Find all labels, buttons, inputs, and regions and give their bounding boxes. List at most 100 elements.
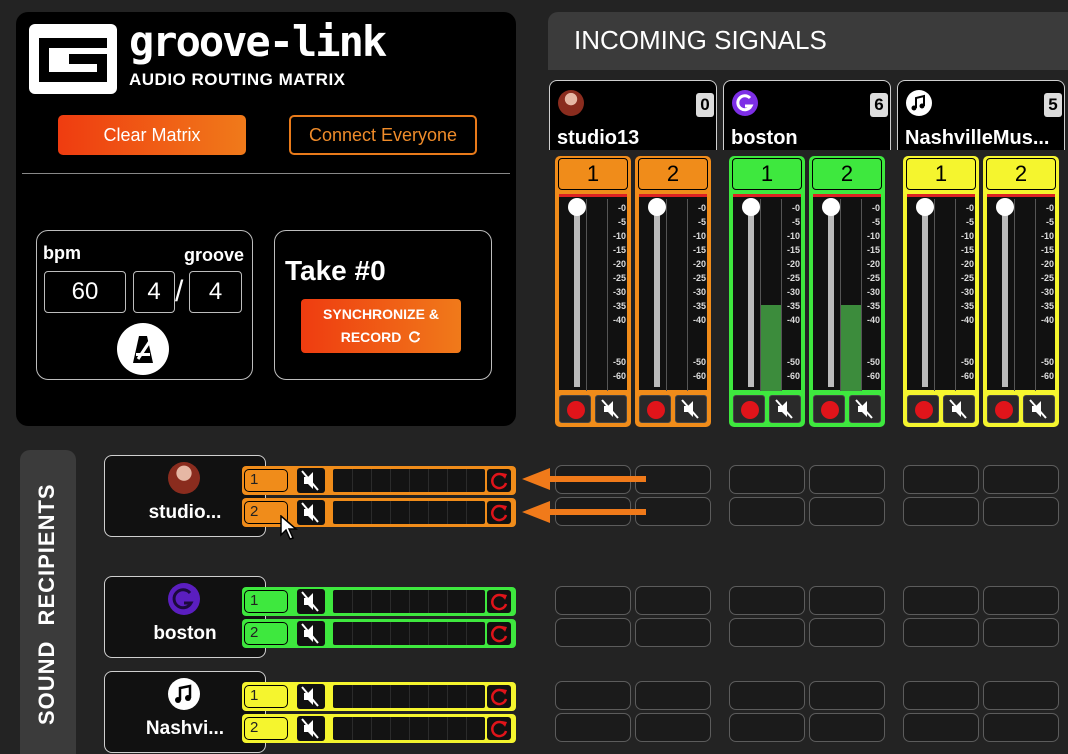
mute-button[interactable] bbox=[297, 621, 325, 646]
scale-tick: -35 bbox=[786, 301, 800, 311]
mute-button[interactable] bbox=[297, 684, 325, 709]
g-logo-icon bbox=[732, 90, 758, 116]
brand-tagline: AUDIO ROUTING MATRIX bbox=[129, 70, 346, 89]
matrix-cell[interactable] bbox=[983, 681, 1059, 710]
matrix-cell[interactable] bbox=[555, 713, 631, 742]
meter-scale: -0 -5 -10 -15 -20 -25 -30 -35 -40 -50 -60 bbox=[609, 199, 627, 391]
matrix-cell[interactable] bbox=[809, 465, 885, 494]
resync-button[interactable] bbox=[487, 590, 511, 613]
metronome-icon[interactable] bbox=[117, 323, 169, 375]
groove-denominator-input[interactable] bbox=[189, 271, 242, 313]
record-button[interactable] bbox=[813, 395, 845, 423]
record-button[interactable] bbox=[907, 395, 939, 423]
matrix-cell[interactable] bbox=[635, 586, 711, 615]
volume-fader[interactable] bbox=[654, 207, 660, 387]
volume-fader[interactable] bbox=[748, 207, 754, 387]
mute-button[interactable] bbox=[297, 589, 325, 614]
scale-tick: -15 bbox=[786, 245, 800, 255]
matrix-cell[interactable] bbox=[903, 497, 979, 526]
matrix-cell[interactable] bbox=[983, 465, 1059, 494]
matrix-cell[interactable] bbox=[903, 681, 979, 710]
scale-tick: -40 bbox=[1040, 315, 1054, 325]
resync-button[interactable] bbox=[487, 469, 511, 492]
matrix-cell[interactable] bbox=[809, 586, 885, 615]
matrix-cell[interactable] bbox=[729, 497, 805, 526]
matrix-cell[interactable] bbox=[555, 618, 631, 647]
matrix-cell[interactable] bbox=[555, 586, 631, 615]
fader-knob[interactable] bbox=[822, 198, 840, 216]
meter-fill bbox=[841, 304, 861, 391]
mute-button[interactable] bbox=[943, 395, 975, 423]
matrix-cell[interactable] bbox=[635, 465, 711, 494]
record-button[interactable] bbox=[559, 395, 591, 423]
matrix-cell[interactable] bbox=[635, 497, 711, 526]
channel-number: 2 bbox=[244, 717, 288, 740]
resync-button[interactable] bbox=[487, 622, 511, 645]
matrix-cell[interactable] bbox=[809, 618, 885, 647]
matrix-cell[interactable] bbox=[809, 681, 885, 710]
resync-button[interactable] bbox=[487, 685, 511, 708]
mute-button[interactable] bbox=[595, 395, 627, 423]
matrix-cell[interactable] bbox=[983, 713, 1059, 742]
matrix-cell[interactable] bbox=[729, 681, 805, 710]
matrix-cell[interactable] bbox=[983, 497, 1059, 526]
fader-knob[interactable] bbox=[742, 198, 760, 216]
matrix-cell[interactable] bbox=[729, 713, 805, 742]
meter-fill bbox=[761, 304, 781, 391]
matrix-cell[interactable] bbox=[983, 586, 1059, 615]
matrix-cell[interactable] bbox=[903, 713, 979, 742]
matrix-cell[interactable] bbox=[903, 618, 979, 647]
volume-fader[interactable] bbox=[922, 207, 928, 387]
matrix-cell[interactable] bbox=[903, 586, 979, 615]
record-button[interactable] bbox=[733, 395, 765, 423]
output-level-meter bbox=[333, 590, 485, 613]
mute-button[interactable] bbox=[1023, 395, 1055, 423]
mute-button[interactable] bbox=[297, 500, 325, 525]
fader-knob[interactable] bbox=[916, 198, 934, 216]
mute-button[interactable] bbox=[297, 716, 325, 741]
matrix-cell[interactable] bbox=[635, 618, 711, 647]
volume-fader[interactable] bbox=[1002, 207, 1008, 387]
matrix-cell[interactable] bbox=[729, 465, 805, 494]
fader-knob[interactable] bbox=[568, 198, 586, 216]
connect-everyone-button[interactable]: Connect Everyone bbox=[289, 115, 477, 155]
record-button[interactable] bbox=[639, 395, 671, 423]
groove-numerator-input[interactable] bbox=[133, 271, 175, 313]
matrix-cell[interactable] bbox=[809, 497, 885, 526]
resync-button[interactable] bbox=[487, 501, 511, 524]
mute-button[interactable] bbox=[769, 395, 801, 423]
scale-tick: -0 bbox=[617, 203, 626, 213]
mute-button[interactable] bbox=[297, 468, 325, 493]
volume-fader[interactable] bbox=[574, 207, 580, 387]
fader-knob[interactable] bbox=[648, 198, 666, 216]
mute-button[interactable] bbox=[849, 395, 881, 423]
mute-button[interactable] bbox=[675, 395, 707, 423]
source-card-boston[interactable]: 6 boston bbox=[723, 80, 891, 150]
channel-number: 1 bbox=[906, 158, 976, 190]
clear-matrix-button[interactable]: Clear Matrix bbox=[58, 115, 246, 155]
matrix-cell[interactable] bbox=[809, 713, 885, 742]
resync-icon bbox=[487, 504, 511, 528]
record-button[interactable] bbox=[987, 395, 1019, 423]
matrix-cell[interactable] bbox=[729, 618, 805, 647]
source-card-nashville[interactable]: 5 NashvilleMus... bbox=[897, 80, 1065, 150]
source-card-studio13[interactable]: 0 studio13 bbox=[549, 80, 717, 150]
fader-knob[interactable] bbox=[996, 198, 1014, 216]
scale-tick: -35 bbox=[612, 301, 626, 311]
matrix-cell[interactable] bbox=[903, 465, 979, 494]
matrix-cell[interactable] bbox=[983, 618, 1059, 647]
scale-tick: -0 bbox=[871, 203, 880, 213]
scale-tick: -35 bbox=[960, 301, 974, 311]
matrix-cell[interactable] bbox=[555, 681, 631, 710]
synchronize-record-button[interactable]: SYNCHRONIZE & RECORD bbox=[301, 299, 461, 353]
matrix-cell[interactable] bbox=[635, 681, 711, 710]
cursor-icon bbox=[280, 515, 299, 540]
bpm-input[interactable] bbox=[44, 271, 126, 313]
resync-button[interactable] bbox=[487, 717, 511, 740]
mute-icon bbox=[297, 591, 325, 618]
matrix-cell[interactable] bbox=[635, 713, 711, 742]
g-logo-icon bbox=[168, 583, 200, 615]
volume-fader[interactable] bbox=[828, 207, 834, 387]
record-icon bbox=[995, 401, 1013, 419]
matrix-cell[interactable] bbox=[729, 586, 805, 615]
